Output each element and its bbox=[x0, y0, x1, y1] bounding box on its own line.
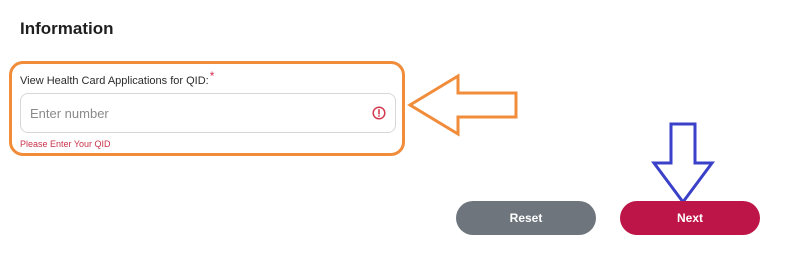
section-title: Information bbox=[20, 19, 114, 38]
required-marker: * bbox=[209, 69, 215, 83]
qid-field-label-text: View Health Card Applications for QID: bbox=[20, 75, 209, 87]
qid-input-wrapper bbox=[20, 93, 396, 133]
next-button[interactable]: Next bbox=[620, 201, 760, 235]
reset-button[interactable]: Reset bbox=[456, 201, 596, 235]
qid-input[interactable] bbox=[30, 94, 350, 132]
qid-error-message: Please Enter Your QID bbox=[20, 139, 111, 149]
arrow-left-icon bbox=[407, 73, 518, 137]
arrow-down-icon bbox=[651, 122, 715, 205]
qid-field-label: View Health Card Applications for QID:* bbox=[20, 69, 214, 87]
page: Information View Health Card Application… bbox=[0, 0, 790, 262]
error-circle-icon bbox=[372, 106, 386, 120]
